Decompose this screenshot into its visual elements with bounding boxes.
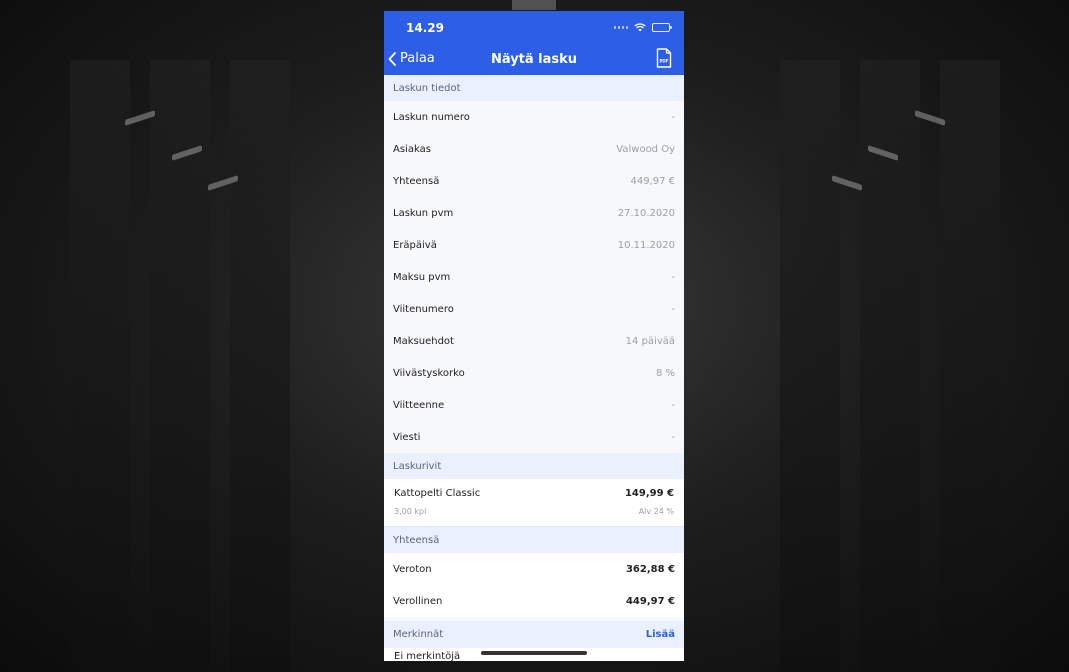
section-title: Laskurivit xyxy=(393,460,442,472)
item-name: Kattopelti Classic xyxy=(394,488,481,499)
totals-list: Veroton 362,88 € Verollinen 449,97 € xyxy=(384,553,684,617)
field-row: Viitenumero - xyxy=(384,293,684,325)
field-row: Laskun numero - xyxy=(384,101,684,133)
field-row: Viesti - xyxy=(384,421,684,453)
field-label: Viitteenne xyxy=(393,399,445,411)
field-label: Viivästyskorko xyxy=(393,367,465,379)
field-value: - xyxy=(671,431,675,443)
page-title: Näytä lasku xyxy=(490,52,578,67)
field-value: 10.11.2020 xyxy=(617,239,675,251)
section-title: Merkinnät xyxy=(393,629,444,640)
field-value: - xyxy=(671,271,675,283)
total-value: 449,97 € xyxy=(625,595,675,607)
background-rack xyxy=(780,60,840,672)
total-row: Veroton 362,88 € xyxy=(384,553,684,585)
total-value: 362,88 € xyxy=(625,563,675,575)
field-label: Laskun pvm xyxy=(393,207,454,219)
section-header-notes: Merkinnät Lisää xyxy=(384,621,684,648)
status-icons xyxy=(614,23,672,32)
status-time: 14.29 xyxy=(406,21,444,35)
phone-screen: 14.29 Palaa Näytä lasku PDF Laskun tiedo… xyxy=(384,11,684,661)
signal-icon xyxy=(614,26,628,29)
background-rack xyxy=(940,60,1000,672)
total-row: Verollinen 449,97 € xyxy=(384,585,684,617)
field-value: 27.10.2020 xyxy=(617,207,675,219)
field-row: Laskun pvm 27.10.2020 xyxy=(384,197,684,229)
field-row: Asiakas Valwood Oy xyxy=(384,133,684,165)
field-row: Viitteenne - xyxy=(384,389,684,421)
item-quantity: 3,00 kpl xyxy=(394,507,427,516)
status-bar: 14.29 xyxy=(384,11,684,45)
field-row: Eräpäivä 10.11.2020 xyxy=(384,229,684,261)
field-value: - xyxy=(671,303,675,315)
field-value: - xyxy=(671,111,675,123)
field-label: Maksuehdot xyxy=(393,335,454,347)
field-row: Maksu pvm - xyxy=(384,261,684,293)
field-label: Viitenumero xyxy=(393,303,454,315)
field-row: Yhteensä 449,97 € xyxy=(384,165,684,197)
battery-icon xyxy=(652,23,672,32)
field-value: - xyxy=(671,399,675,411)
section-header-totals: Yhteensä xyxy=(384,527,684,553)
total-label: Verollinen xyxy=(393,595,443,607)
pdf-button[interactable]: PDF xyxy=(656,48,672,72)
field-label: Asiakas xyxy=(393,143,431,155)
invoice-row-item[interactable]: Kattopelti Classic 149,99 € 3,00 kpl Alv… xyxy=(384,479,684,527)
field-row: Maksuehdot 14 päivää xyxy=(384,325,684,357)
section-title: Yhteensä xyxy=(393,534,440,546)
invoice-fields-list: Laskun numero - Asiakas Valwood Oy Yhteens… xyxy=(384,101,684,453)
add-note-button[interactable]: Lisää xyxy=(646,629,675,640)
ceiling-light xyxy=(512,0,556,10)
field-label: Maksu pvm xyxy=(393,271,451,283)
field-value: Valwood Oy xyxy=(616,143,675,155)
pdf-file-icon: PDF xyxy=(656,48,672,68)
field-row: Viivästyskorko 8 % xyxy=(384,357,684,389)
section-title: Laskun tiedot xyxy=(393,82,461,94)
wifi-icon xyxy=(634,23,646,32)
background-rack xyxy=(70,60,130,672)
item-vat: Alv 24 % xyxy=(638,507,674,516)
field-label: Laskun numero xyxy=(393,111,470,123)
section-header-invoice-rows: Laskurivit xyxy=(384,453,684,479)
field-label: Eräpäivä xyxy=(393,239,437,251)
field-label: Yhteensä xyxy=(393,175,440,187)
field-label: Viesti xyxy=(393,431,421,443)
item-price: 149,99 € xyxy=(624,488,674,499)
pdf-icon-label: PDF xyxy=(660,59,669,64)
field-value: 449,97 € xyxy=(630,175,675,187)
home-indicator[interactable] xyxy=(481,651,587,655)
section-header-invoice-info: Laskun tiedot xyxy=(384,75,684,101)
field-value: 8 % xyxy=(655,367,675,379)
background-rack xyxy=(230,60,290,672)
total-label: Veroton xyxy=(393,563,432,575)
nav-bar: Palaa Näytä lasku PDF xyxy=(384,45,684,75)
field-value: 14 päivää xyxy=(625,335,675,347)
